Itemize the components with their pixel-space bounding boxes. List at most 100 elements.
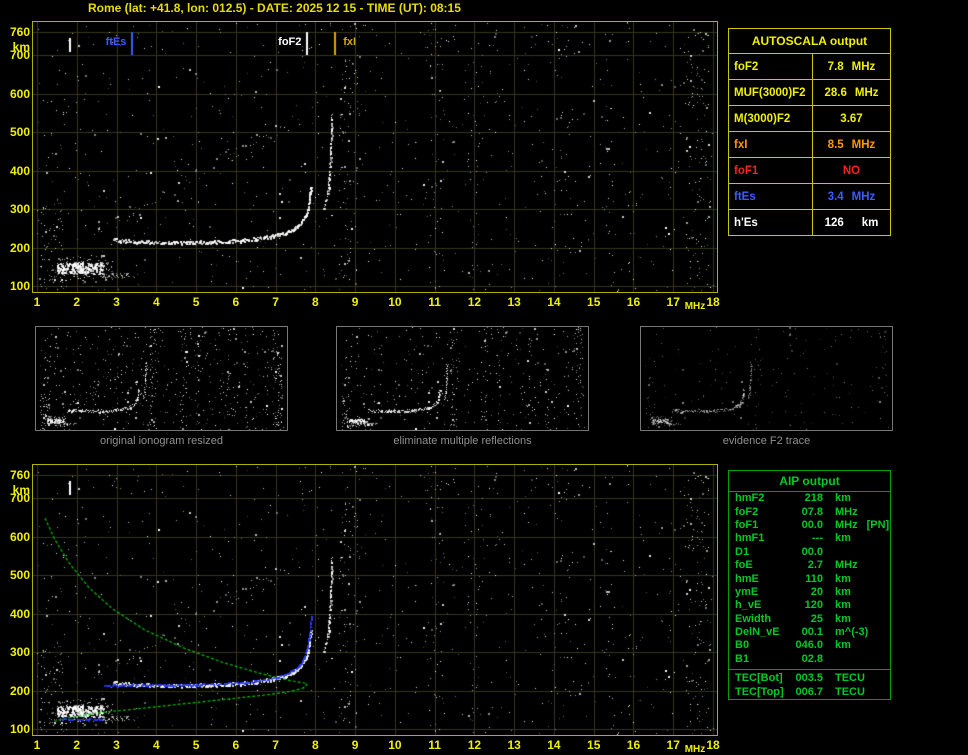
x-tick-label: 12 <box>467 295 482 309</box>
aip-row: DelN_vE 00.1 m^(-3) <box>729 626 890 639</box>
aip-table-rows: hmF2 218 km foF2 07.8 MHz foF1 00.0 MHz [PN] hmF1 -… <box>729 492 890 666</box>
aip-value-text: 120 <box>804 599 823 612</box>
autoscala-output-table: AUTOSCALA output foF2 7.8 MHz MUF(3000)F2 28… <box>728 28 891 236</box>
aip-value-text: 02.8 <box>801 652 823 665</box>
y-tick-label: 300 <box>9 645 30 659</box>
autoscala-param-label: MUF(3000)F2 <box>729 80 813 105</box>
ionogram-canvas-profile <box>33 465 717 735</box>
aip-row: h_vE 120 km <box>729 599 890 612</box>
x-tick-label: 5 <box>192 738 200 752</box>
aip-param-label: foE <box>735 559 753 572</box>
aip-param-label: h_vE <box>735 599 762 612</box>
autoscala-row: MUF(3000)F2 28.6 MHz <box>729 79 890 105</box>
aip-param-label: TEC[Top] <box>735 685 784 698</box>
aip-row: foE 2.7 MHz <box>729 559 890 572</box>
aip-value-unit: TECU <box>835 672 865 685</box>
aip-row: hmE 110 km <box>729 572 890 585</box>
aip-row: B1 02.8 <box>729 653 890 666</box>
x-tick-label: 7 <box>272 295 279 309</box>
x-tick-label: 6 <box>232 295 240 309</box>
autoscala-table-rows: foF2 7.8 MHz MUF(3000)F2 28.6 MHz M(3000)F2 3.6… <box>729 53 890 235</box>
thumbnail-canvas-evidence <box>641 327 892 430</box>
y-tick-label: 200 <box>9 240 30 255</box>
y-tick-label: 200 <box>9 683 30 698</box>
aip-value-text: 00.0 <box>801 545 823 558</box>
x-tick-label: 11 <box>428 738 441 752</box>
aip-table-separator <box>729 669 890 671</box>
aip-param-label: B0 <box>735 639 750 652</box>
x-tick-label: 14 <box>547 738 561 752</box>
autoscala-value-unit: MHz <box>851 138 876 151</box>
aip-row: foF2 07.8 MHz <box>729 505 890 518</box>
x-tick-label: 1 <box>33 738 41 752</box>
x-tick-label: 9 <box>351 738 359 752</box>
y-axis-unit-label: km <box>12 39 30 54</box>
x-tick-label: 13 <box>507 295 521 309</box>
y-tick-label: 500 <box>9 568 30 582</box>
x-tick-label: 2 <box>73 738 81 752</box>
aip-row: TEC[Bot] 003.5 TECU <box>729 672 890 685</box>
thumbnail-caption-original: original ionogram resized <box>100 435 223 447</box>
x-tick-label: 14 <box>547 295 561 309</box>
aip-value-unit: km <box>835 572 851 585</box>
aip-value-text: 046.0 <box>795 639 823 652</box>
aip-value-text: 25 <box>810 612 823 625</box>
aip-table-title: AIP output <box>729 471 890 492</box>
autoscala-param-label: M(3000)F2 <box>729 106 813 131</box>
autoscala-value-unit: MHz <box>851 190 876 203</box>
x-tick-label: 3 <box>113 738 120 752</box>
aip-value-unit: km <box>835 585 851 598</box>
y-tick-label: 100 <box>9 722 30 736</box>
autoscala-value-cell: 126 km <box>813 210 890 235</box>
aip-param-label: hmE <box>735 572 759 585</box>
aip-param-label: DelN_vE <box>735 626 780 639</box>
aip-value-text: 07.8 <box>801 505 823 518</box>
y-axis-unit-label: km <box>12 482 30 497</box>
aip-value-text: 218 <box>804 492 823 505</box>
y-tick-label: 600 <box>9 86 30 101</box>
x-tick-label: 8 <box>312 295 319 309</box>
aip-param-label: foF2 <box>735 505 759 518</box>
autoscala-param-label: foF1 <box>729 158 813 183</box>
autoscala-param-label: foF2 <box>729 54 813 79</box>
x-tick-label: 3 <box>113 295 120 309</box>
aip-row: D1 00.0 <box>729 546 890 559</box>
x-axis-unit-label: MHz <box>684 744 706 755</box>
aip-row: B0 046.0 km <box>729 639 890 652</box>
y-tick-label: 100 <box>9 279 30 293</box>
aip-value-text: 2.7 <box>807 559 823 572</box>
aip-value-unit: m^(-3) <box>835 626 869 639</box>
aip-param-label: hmF2 <box>735 492 765 505</box>
aip-value-unit: km <box>835 492 851 505</box>
station-date-title: Rome (lat: +41.8, lon: 012.5) - DATE: 20… <box>88 1 461 15</box>
thumbnail-eliminate-reflections <box>336 326 589 431</box>
y-tick-label: 760 <box>9 467 30 482</box>
x-tick-label: 6 <box>232 738 240 752</box>
autoscala-row: M(3000)F2 3.67 <box>729 105 890 131</box>
aip-row: ymE 20 km <box>729 586 890 599</box>
autoscala-value-text: 7.8 <box>827 60 844 73</box>
autoscala-value-cell: 3.67 <box>813 106 890 131</box>
y-tick-label: 400 <box>9 163 30 178</box>
aip-row: hmF1 --- km <box>729 532 890 545</box>
thumbnail-caption-eliminate: eliminate multiple reflections <box>393 435 532 447</box>
x-tick-label: 12 <box>467 738 482 752</box>
autoscala-value-text: NO <box>842 164 861 177</box>
x-tick-label: 16 <box>626 295 641 309</box>
aip-value-unit: km <box>835 532 851 545</box>
aip-value-unit: MHz <box>835 505 858 518</box>
marker-label-fxi: fxI <box>343 36 357 48</box>
y-tick-label: 500 <box>9 125 30 139</box>
autoscala-row: ftEs 3.4 MHz <box>729 183 890 209</box>
aip-value-text: 20 <box>810 585 823 598</box>
x-tick-label: 15 <box>587 295 601 309</box>
autoscala-table-title: AUTOSCALA output <box>751 34 868 48</box>
autoscala-row: fxI 8.5 MHz <box>729 131 890 157</box>
autoscala-value-cell: NO <box>813 158 890 183</box>
y-tick-label: 300 <box>9 202 30 216</box>
thumbnail-caption-evidence: evidence F2 trace <box>722 435 811 447</box>
aip-param-label: foF1 <box>735 518 759 531</box>
x-tick-label: 13 <box>507 738 521 752</box>
aip-value-unit: km <box>835 639 851 652</box>
aip-value-unit: MHz <box>835 559 858 572</box>
